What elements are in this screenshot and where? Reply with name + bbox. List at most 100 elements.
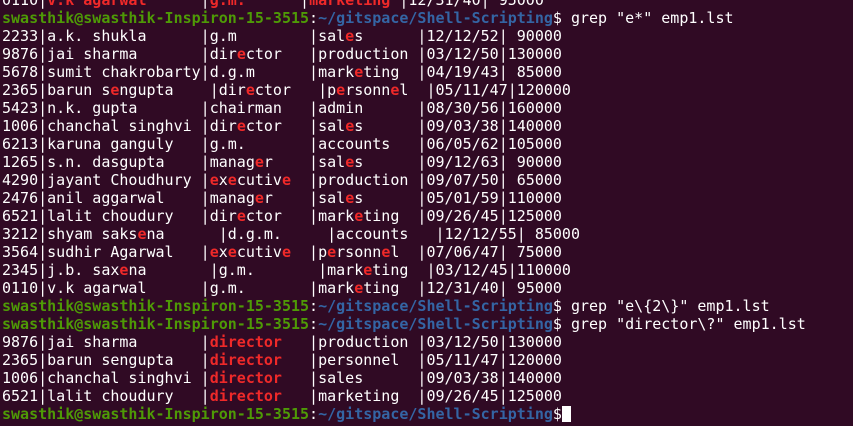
output-text: 2365|barun sengupta |	[2, 351, 210, 369]
output-text: x	[218, 171, 228, 189]
output-line: 9876|jai sharma |director |production |0…	[2, 45, 853, 63]
grep-match-highlight: e	[345, 117, 355, 135]
grep-match-highlight: e	[354, 279, 364, 297]
prompt-user-host: swasthik@swasthik-Inspiron-15-3515	[2, 315, 310, 333]
output-text: 9876|jai sharma |	[2, 333, 210, 351]
output-text: 6521|lalit choudury |	[2, 387, 210, 405]
output-line: 6213|karuna ganguly |g.m. |accounts |06/…	[2, 135, 853, 153]
grep-match-highlight: e	[209, 171, 219, 189]
grep-match-highlight: e	[345, 27, 355, 45]
output-text: cutiv	[236, 171, 282, 189]
output-text: ctor |production |03/12/50|130000	[245, 45, 562, 63]
prompt-path: ~/gitspace/Shell-Scripting	[318, 405, 553, 423]
output-line: 2476|anil aggarwal |manager |sales |05/0…	[2, 189, 853, 207]
grep-match-highlight: director	[209, 351, 282, 369]
output-text: 2233|a.k. shukla |g.m |sal	[2, 27, 346, 45]
output-text: |12/31/40| 95000	[390, 0, 544, 9]
output-line: 1265|s.n. dasgupta |manager |sales |09/1…	[2, 153, 853, 171]
output-text: |marketing |09/26/45|125000	[281, 387, 562, 405]
grep-match-highlight: e	[345, 153, 355, 171]
output-text: ctor |p	[254, 81, 337, 99]
output-line: 0110|v.k agarwal |g.m. |marketing |12/31…	[2, 279, 853, 297]
grep-match-highlight: e	[227, 171, 237, 189]
prompt-dollar: $	[552, 315, 562, 333]
command-text: grep "director\?" emp1.lst	[561, 315, 806, 333]
output-text: 0110|	[2, 0, 48, 9]
output-line: 2365|barun sengupta |director |personnel…	[2, 351, 853, 369]
output-text: 1265|s.n. dasgupta |manag	[2, 153, 255, 171]
output-text: rsonn	[345, 81, 391, 99]
output-text: l |07/06/47| 75000	[390, 243, 562, 261]
grep-match-highlight: e	[236, 117, 246, 135]
output-text: ting |03/12/45|110000	[372, 261, 571, 279]
output-text: na |d.g.m. |accounts |12/12/55| 85000	[146, 225, 580, 243]
output-text: 1006|chanchal singhvi |	[2, 369, 210, 387]
output-text: |production |09/07/50| 65000	[291, 171, 562, 189]
grep-match-highlight: director	[209, 369, 282, 387]
prompt-dollar: $	[552, 297, 562, 315]
output-text: 2345|j.b. sax	[2, 261, 120, 279]
output-text: ting |04/19/43| 85000	[363, 63, 562, 81]
output-line: 4290|jayant Choudhury |executive |produc…	[2, 171, 853, 189]
prompt-separator: :	[309, 405, 319, 423]
grep-match-highlight: e	[281, 243, 291, 261]
output-line: 3564|sudhir Agarwal |executive |personne…	[2, 243, 853, 261]
output-text: 2476|anil aggarwal |manag	[2, 189, 255, 207]
grep-match-highlight: e	[245, 81, 255, 99]
grep-match-highlight: e	[254, 189, 264, 207]
output-text: |	[146, 0, 210, 9]
grep-match-highlight: e	[227, 243, 237, 261]
grep-match-highlight: e	[281, 171, 291, 189]
prompt-path: ~/gitspace/Shell-Scripting	[318, 9, 553, 27]
grep-match-highlight: e	[137, 225, 147, 243]
output-text: l |05/11/47|120000	[399, 81, 571, 99]
output-text: s |12/12/52| 90000	[354, 27, 562, 45]
grep-match-highlight: director	[209, 387, 282, 405]
terminal-window[interactable]: 0110|v.k agarwal |g.m. |marketing |12/31…	[0, 0, 853, 426]
output-text: 0110|v.k agarwal |g.m. |mark	[2, 279, 355, 297]
output-line: 5423|n.k. gupta |chairman |admin |08/30/…	[2, 99, 853, 117]
grep-match-highlight: v.k agarwal	[47, 0, 147, 9]
prompt-line: swasthik@swasthik-Inspiron-15-3515:~/git…	[2, 9, 853, 27]
command-text: grep "e*" emp1.lst	[561, 9, 734, 27]
output-line: 6521|lalit choudury |director |marketing…	[2, 387, 853, 405]
grep-match-highlight: e	[327, 243, 337, 261]
output-text: na |g.m. |mark	[128, 261, 364, 279]
grep-match-highlight: e	[363, 261, 373, 279]
prompt-path: ~/gitspace/Shell-Scripting	[318, 315, 553, 333]
output-text: |sales |09/03/38|140000	[281, 369, 562, 387]
output-text: 4290|jayant Choudhury |	[2, 171, 210, 189]
terminal-output: 0110|v.k agarwal |g.m. |marketing |12/31…	[2, 0, 853, 423]
output-text: 6213|karuna ganguly |g.m. |accounts |06/…	[2, 135, 562, 153]
output-line: 1006|chanchal singhvi |director |sales |…	[2, 369, 853, 387]
prompt-separator: :	[309, 297, 319, 315]
prompt-dollar: $	[552, 9, 562, 27]
output-text: r |sal	[263, 189, 346, 207]
output-line: 6521|lalit choudury |director |marketing…	[2, 207, 853, 225]
output-line: 5678|sumit chakrobarty|d.g.m |marketing …	[2, 63, 853, 81]
prompt-separator: :	[309, 315, 319, 333]
text-cursor[interactable]	[561, 406, 571, 422]
output-text: s |09/03/38|140000	[354, 117, 562, 135]
grep-match-highlight: e	[209, 243, 219, 261]
output-text: ting |09/26/45|125000	[363, 207, 562, 225]
prompt-dollar: $	[552, 405, 562, 423]
output-text: r |sal	[263, 153, 346, 171]
output-text: rsonn	[336, 243, 382, 261]
output-text: 9876|jai sharma |dir	[2, 45, 237, 63]
grep-match-highlight: e	[354, 207, 364, 225]
prompt-user-host: swasthik@swasthik-Inspiron-15-3515	[2, 297, 310, 315]
output-line: 1006|chanchal singhvi |director |sales |…	[2, 117, 853, 135]
grep-match-highlight: e	[345, 189, 355, 207]
output-line: 2365|barun sengupta |director |personnel…	[2, 81, 853, 99]
grep-match-highlight: e	[381, 243, 391, 261]
output-text: |personnel |05/11/47|120000	[281, 351, 562, 369]
grep-match-highlight: e	[354, 63, 364, 81]
prompt-path: ~/gitspace/Shell-Scripting	[318, 297, 553, 315]
output-line: 0110|v.k agarwal |g.m. |marketing |12/31…	[2, 0, 853, 9]
output-text: ngupta |dir	[119, 81, 246, 99]
grep-match-highlight: director	[209, 333, 282, 351]
output-text: 3564|sudhir Agarwal |	[2, 243, 210, 261]
output-text: ting |12/31/40| 95000	[363, 279, 562, 297]
output-text: x	[218, 243, 228, 261]
